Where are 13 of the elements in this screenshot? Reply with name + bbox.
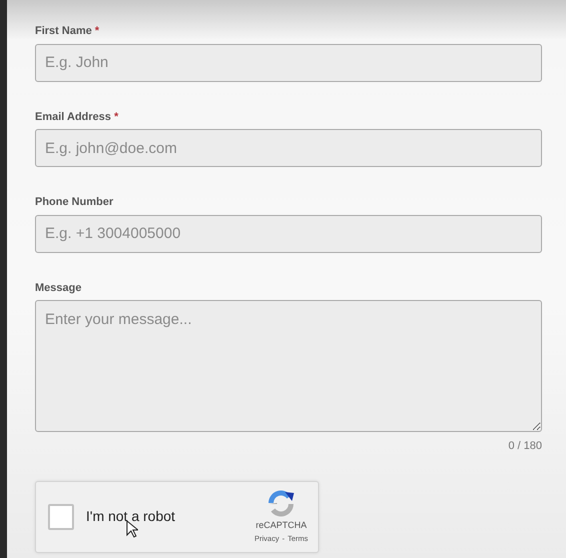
input-field[interactable]: E.g. John — [35, 44, 542, 82]
cursor-icon — [126, 520, 138, 538]
field-label: Message — [35, 280, 82, 296]
captcha-label: I'm not a robot — [86, 507, 176, 526]
input-field[interactable]: E.g. john@doe.com — [35, 129, 542, 167]
field-label: Email Address * — [35, 110, 118, 124]
field-label: Phone Number — [35, 195, 114, 210]
input-field[interactable]: E.g. +1 3004005000 — [35, 214, 542, 252]
field-label: First Name * — [35, 24, 100, 39]
message-field[interactable]: Enter your message... — [35, 300, 542, 432]
recaptcha-brand: reCAPTCHA — [256, 519, 307, 532]
character-counter: 0 / 180 — [508, 439, 542, 454]
captcha-checkbox[interactable] — [48, 504, 74, 530]
